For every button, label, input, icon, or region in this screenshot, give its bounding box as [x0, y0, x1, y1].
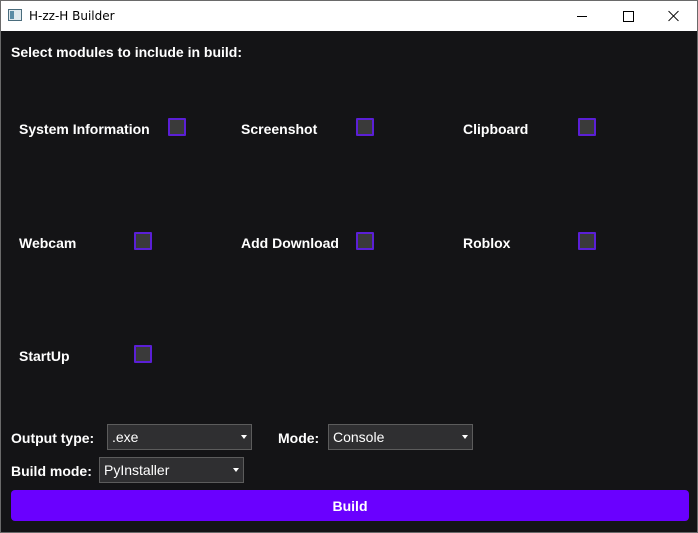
module-label-system-information: System Information: [19, 121, 150, 137]
close-icon: [668, 10, 680, 22]
minimize-button[interactable]: [559, 1, 605, 31]
build-button[interactable]: Build: [11, 490, 689, 521]
build-mode-value: PyInstaller: [104, 462, 170, 478]
minimize-icon: [577, 15, 587, 17]
checkbox-add-download[interactable]: [356, 232, 374, 250]
module-label-roblox: Roblox: [463, 235, 511, 251]
checkbox-webcam[interactable]: [134, 232, 152, 250]
mode-value: Console: [333, 429, 385, 445]
module-label-clipboard: Clipboard: [463, 121, 529, 137]
chevron-down-icon: [237, 425, 251, 449]
chevron-down-icon: [458, 425, 472, 449]
builder-window: H-zz-H Builder Select modules to include…: [0, 0, 698, 533]
build-mode-select[interactable]: PyInstaller: [99, 457, 244, 483]
output-type-label: Output type:: [11, 430, 95, 446]
output-type-value: .exe: [112, 429, 139, 445]
module-label-add-download: Add Download: [241, 235, 339, 251]
maximize-icon: [622, 10, 634, 22]
module-label-startup: StartUp: [19, 348, 70, 364]
app-icon: [8, 9, 22, 21]
build-mode-label: Build mode:: [11, 463, 92, 479]
close-button[interactable]: [651, 1, 697, 31]
module-label-webcam: Webcam: [19, 235, 77, 251]
mode-label: Mode:: [278, 430, 320, 446]
chevron-down-icon: [229, 458, 243, 482]
checkbox-startup[interactable]: [134, 345, 152, 363]
window-title: H-zz-H Builder: [29, 9, 115, 23]
checkbox-system-information[interactable]: [168, 118, 186, 136]
maximize-button[interactable]: [605, 1, 651, 31]
module-label-screenshot: Screenshot: [241, 121, 318, 137]
mode-select[interactable]: Console: [328, 424, 473, 450]
output-type-select[interactable]: .exe: [107, 424, 252, 450]
checkbox-clipboard[interactable]: [578, 118, 596, 136]
title-bar[interactable]: H-zz-H Builder: [1, 1, 697, 31]
checkbox-roblox[interactable]: [578, 232, 596, 250]
checkbox-screenshot[interactable]: [356, 118, 374, 136]
modules-heading: Select modules to include in build:: [11, 44, 243, 60]
